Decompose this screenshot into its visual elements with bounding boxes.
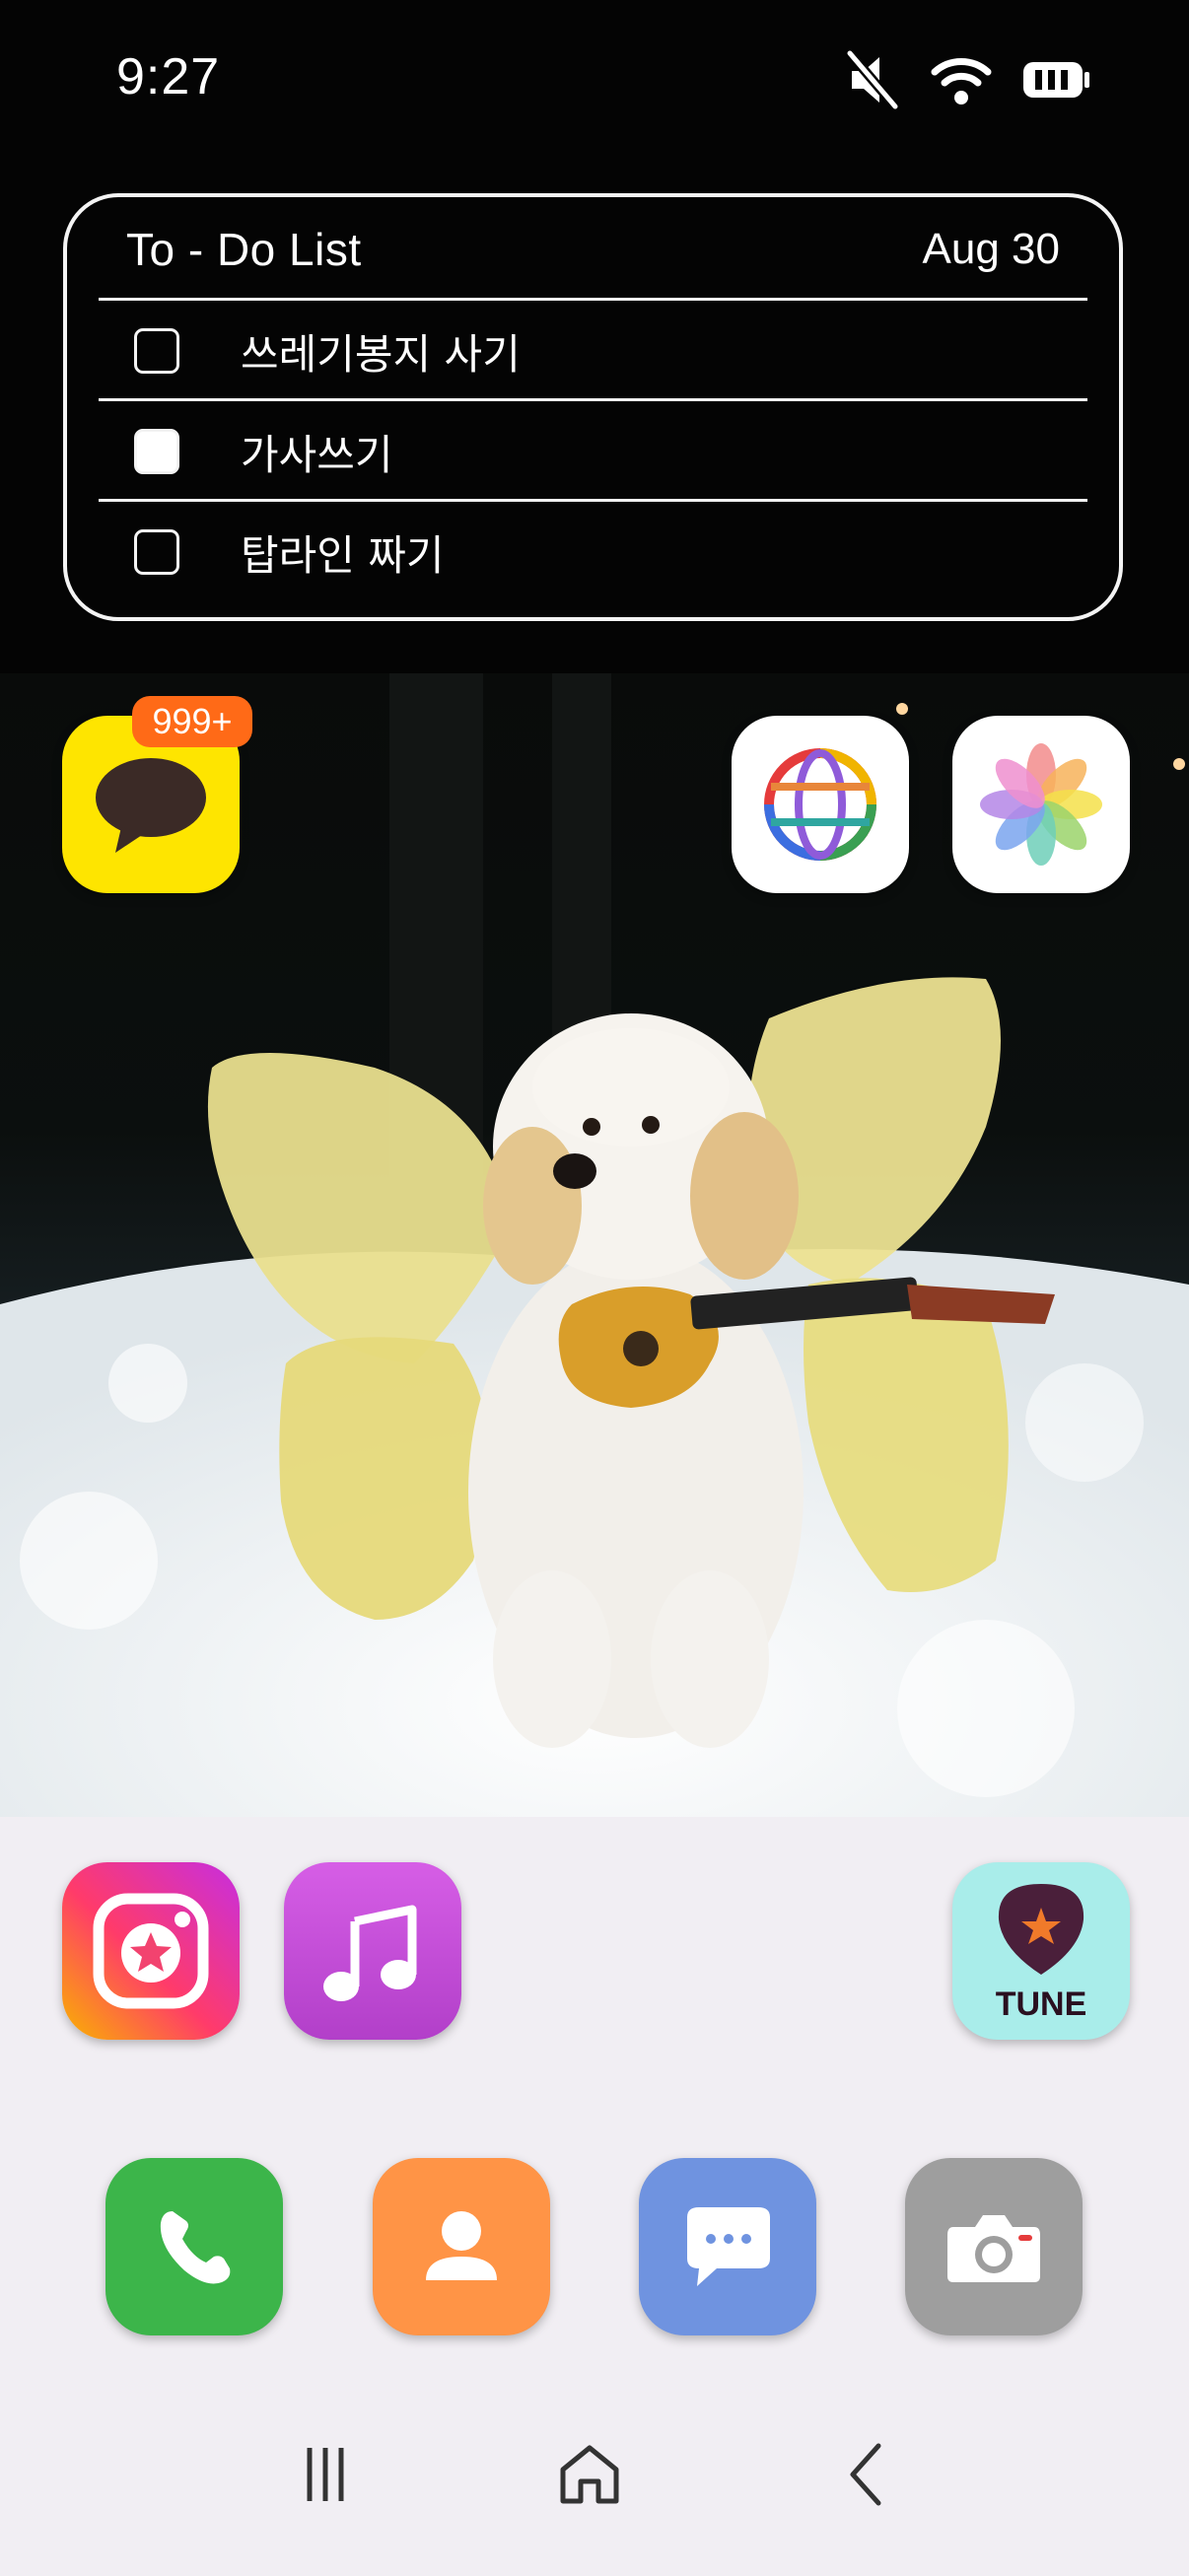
todo-widget[interactable]: To - Do List Aug 30 쓰레기봉지 사기 가사쓰기 탑라인 짜기 <box>63 193 1123 621</box>
battery-icon <box>1023 62 1089 98</box>
tune-label: TUNE <box>996 1985 1087 2023</box>
todo-header: To - Do List Aug 30 <box>126 223 1060 276</box>
phone-app[interactable] <box>105 2158 283 2335</box>
checkbox[interactable] <box>134 328 179 374</box>
todo-item[interactable]: 쓰레기봉지 사기 <box>134 304 1080 398</box>
recents-icon <box>307 2448 344 2501</box>
contacts-app[interactable] <box>373 2158 550 2335</box>
todo-item-label: 탑라인 짜기 <box>241 530 445 580</box>
browser-app[interactable] <box>732 716 909 893</box>
todo-item-label: 쓰레기봉지 사기 <box>241 329 521 379</box>
divider <box>99 499 1087 502</box>
star-app[interactable] <box>62 1862 240 2040</box>
back-button[interactable] <box>826 2435 905 2514</box>
notification-badge: 999+ <box>132 696 252 747</box>
camera-app[interactable] <box>905 2158 1083 2335</box>
music-app[interactable] <box>284 1862 461 2040</box>
music-note-icon <box>323 1905 417 2001</box>
divider <box>99 398 1087 401</box>
todo-item[interactable]: 탑라인 짜기 <box>134 505 1080 599</box>
status-time: 9:27 <box>116 48 221 105</box>
messages-icon <box>687 2207 770 2286</box>
wifi-icon <box>931 58 992 104</box>
recents-button[interactable] <box>286 2435 365 2514</box>
camera-icon <box>947 2215 1040 2282</box>
divider <box>99 298 1087 301</box>
chat-bubble-icon <box>96 758 206 853</box>
home-icon <box>560 2445 619 2504</box>
todo-item[interactable]: 가사쓰기 <box>134 404 1080 499</box>
globe-icon <box>764 748 876 861</box>
star-icon <box>93 1893 209 2009</box>
checkbox-checked[interactable] <box>134 429 179 474</box>
todo-title: To - Do List <box>126 224 362 275</box>
back-icon <box>850 2443 881 2506</box>
mute-icon <box>846 49 899 110</box>
phone-icon <box>160 2211 231 2284</box>
tune-app[interactable]: TUNE <box>952 1862 1130 2040</box>
todo-item-label: 가사쓰기 <box>241 430 393 479</box>
checkbox[interactable] <box>134 529 179 575</box>
flower-icon <box>980 743 1102 866</box>
messages-app[interactable] <box>639 2158 816 2335</box>
home-button[interactable] <box>550 2435 629 2514</box>
status-icons <box>844 49 1090 110</box>
todo-date: Aug 30 <box>922 225 1060 273</box>
guitar-pick-icon: TUNE <box>996 1884 1087 2023</box>
gallery-app[interactable] <box>952 716 1130 893</box>
contacts-icon <box>426 2211 497 2280</box>
